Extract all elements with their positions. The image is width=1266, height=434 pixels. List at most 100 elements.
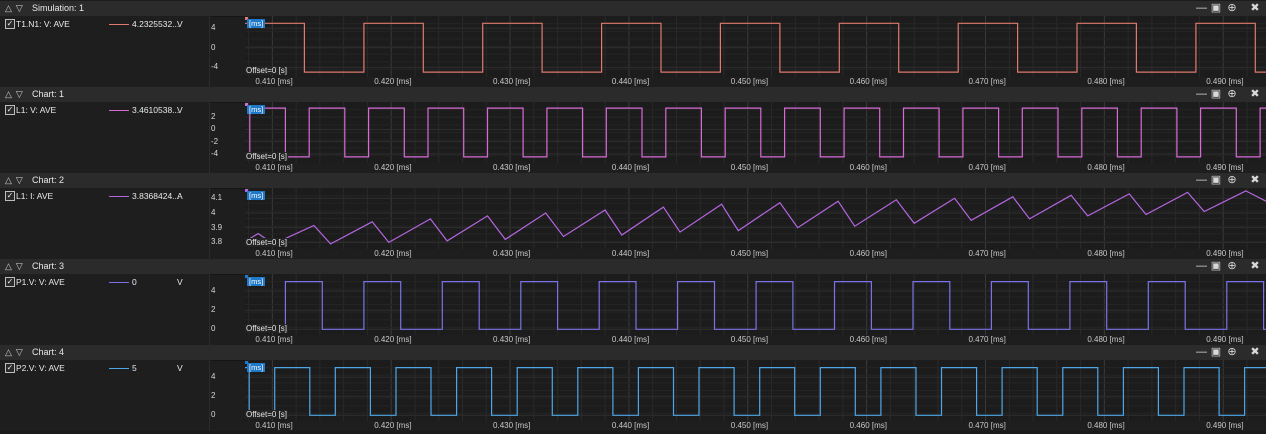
signal-color-swatch <box>109 24 129 25</box>
x-tick-label: 0.440 [ms] <box>611 249 650 258</box>
offset-label: Offset=0 [s] <box>245 66 288 75</box>
signal-name: P2.V: V: AVE <box>16 363 65 373</box>
close-icon[interactable]: ✖ <box>1249 260 1261 273</box>
x-tick-label: 0.490 [ms] <box>1206 249 1244 258</box>
signal-name: L1: V: AVE <box>16 105 57 115</box>
minimize-icon[interactable]: — <box>1196 260 1207 273</box>
collapse-toggle-icon[interactable]: △▽ <box>5 89 27 100</box>
x-tick-label: 0.480 [ms] <box>1087 335 1125 344</box>
y-axis: 4 2 0 <box>209 360 245 421</box>
y-tick-label: 0 <box>211 42 216 52</box>
x-tick-label: 0.470 [ms] <box>968 335 1006 344</box>
fit-view-icon[interactable]: ▣ <box>1210 174 1222 187</box>
signal-visibility-checkbox[interactable]: ✓ <box>5 277 15 287</box>
x-tick-label: 0.490 [ms] <box>1206 421 1244 430</box>
signal-legend: ✓ P1.V: V: AVE 0 V <box>0 274 210 345</box>
y-tick-label: 0 <box>211 124 216 134</box>
panel-title: Chart: 1 <box>32 89 65 99</box>
y-tick-label: -4 <box>211 62 219 72</box>
signal-name: P1.V: V: AVE <box>16 277 65 287</box>
zoom-options-icon[interactable]: ⊕ <box>1224 2 1240 15</box>
plot-area[interactable] <box>245 102 1266 163</box>
x-tick-label: 0.430 [ms] <box>493 421 531 430</box>
minimize-icon[interactable]: — <box>1196 346 1207 359</box>
x-tick-label: 0.450 [ms] <box>730 163 769 172</box>
signal-unit: V <box>177 277 183 287</box>
minimize-icon[interactable]: — <box>1196 174 1207 187</box>
collapse-toggle-icon[interactable]: △▽ <box>5 175 27 186</box>
x-tick-label: 0.470 [ms] <box>968 77 1006 86</box>
x-tick-label: 0.440 [ms] <box>611 335 650 344</box>
signal-visibility-checkbox[interactable]: ✓ <box>5 363 15 373</box>
signal-visibility-checkbox[interactable]: ✓ <box>5 19 15 29</box>
y-tick-label: 3.8 <box>211 237 223 247</box>
collapse-toggle-icon[interactable]: △▽ <box>5 347 27 358</box>
signal-legend: ✓ T1.N1: V: AVE 4.2325532... V <box>0 16 210 87</box>
x-tick-label: 0.410 [ms] <box>255 163 293 172</box>
collapse-toggle-icon[interactable]: △▽ <box>5 3 27 14</box>
x-tick-label: 0.460 [ms] <box>849 77 887 86</box>
minimize-icon[interactable]: — <box>1196 2 1207 15</box>
fit-view-icon[interactable]: ▣ <box>1210 2 1222 15</box>
y-tick-label: -4 <box>211 148 219 158</box>
y-tick-label: 4 <box>211 372 216 382</box>
x-axis: 0.410 [ms] 0.420 [ms] 0.430 [ms] 0.440 [ms]… <box>245 77 1266 87</box>
time-unit-badge[interactable]: [ms] <box>247 363 266 372</box>
collapse-toggle-icon[interactable]: △▽ <box>5 261 27 272</box>
x-tick-label: 0.460 [ms] <box>849 335 887 344</box>
time-unit-badge[interactable]: [ms] <box>247 191 266 200</box>
x-tick-label: 0.440 [ms] <box>611 77 650 86</box>
fit-view-icon[interactable]: ▣ <box>1210 260 1222 273</box>
chart-panel-chart-2: △▽ Chart: 2 — ▣ ⊕ ✖ ✓ L1: I: AVE 3.83684… <box>0 173 1266 259</box>
signal-visibility-checkbox[interactable]: ✓ <box>5 191 15 201</box>
x-tick-label: 0.430 [ms] <box>493 77 531 86</box>
x-tick-label: 0.480 [ms] <box>1087 421 1125 430</box>
x-tick-label: 0.420 [ms] <box>374 249 412 258</box>
signal-color-swatch <box>109 110 129 111</box>
signal-value: 0 <box>132 277 137 287</box>
signal-visibility-checkbox[interactable]: ✓ <box>5 105 15 115</box>
zoom-options-icon[interactable]: ⊕ <box>1224 260 1240 273</box>
fit-view-icon[interactable]: ▣ <box>1210 346 1222 359</box>
signal-unit: V <box>177 19 183 29</box>
offset-label: Offset=0 [s] <box>245 410 288 419</box>
x-tick-label: 0.470 [ms] <box>968 421 1006 430</box>
x-tick-label: 0.490 [ms] <box>1206 335 1244 344</box>
signal-legend: ✓ L1: I: AVE 3.8368424... A <box>0 188 210 259</box>
y-tick-label: 0 <box>211 324 216 334</box>
x-axis: 0.410 [ms] 0.420 [ms] 0.430 [ms] 0.440 [ms]… <box>245 335 1266 345</box>
y-tick-label: 2 <box>211 112 216 122</box>
x-tick-label: 0.430 [ms] <box>493 335 531 344</box>
y-axis: 2 0 -2 -4 <box>209 102 245 163</box>
minimize-icon[interactable]: — <box>1196 88 1207 101</box>
x-tick-label: 0.450 [ms] <box>730 421 769 430</box>
chart-panel-chart-4: △▽ Chart: 4 — ▣ ⊕ ✖ ✓ P2.V: V: AVE 5 V 4… <box>0 345 1266 431</box>
panel-titlebar: △▽ Chart: 3 — ▣ ⊕ ✖ <box>0 259 1266 275</box>
plot-area[interactable] <box>245 360 1266 421</box>
plot-area[interactable] <box>245 16 1266 77</box>
close-icon[interactable]: ✖ <box>1249 88 1261 101</box>
signal-unit: V <box>177 105 183 115</box>
close-icon[interactable]: ✖ <box>1249 2 1261 15</box>
x-tick-label: 0.440 [ms] <box>611 421 650 430</box>
plot-area[interactable] <box>245 274 1266 335</box>
zoom-options-icon[interactable]: ⊕ <box>1224 346 1240 359</box>
fit-view-icon[interactable]: ▣ <box>1210 88 1222 101</box>
x-tick-label: 0.470 [ms] <box>968 163 1006 172</box>
time-unit-badge[interactable]: [ms] <box>247 105 266 114</box>
close-icon[interactable]: ✖ <box>1249 174 1261 187</box>
time-unit-badge[interactable]: [ms] <box>247 19 266 28</box>
zoom-options-icon[interactable]: ⊕ <box>1224 88 1240 101</box>
signal-color-swatch <box>109 196 129 197</box>
close-icon[interactable]: ✖ <box>1249 346 1261 359</box>
x-axis: 0.410 [ms] 0.420 [ms] 0.430 [ms] 0.440 [ms]… <box>245 249 1266 259</box>
y-tick-label: 4 <box>211 23 216 33</box>
x-tick-label: 0.450 [ms] <box>730 249 769 258</box>
time-unit-badge[interactable]: [ms] <box>247 277 266 286</box>
y-tick-label: 4 <box>211 286 216 296</box>
signal-color-swatch <box>109 368 129 369</box>
signal-unit: A <box>177 191 183 201</box>
plot-area[interactable] <box>245 188 1266 249</box>
zoom-options-icon[interactable]: ⊕ <box>1224 174 1240 187</box>
x-tick-label: 0.410 [ms] <box>255 77 293 86</box>
